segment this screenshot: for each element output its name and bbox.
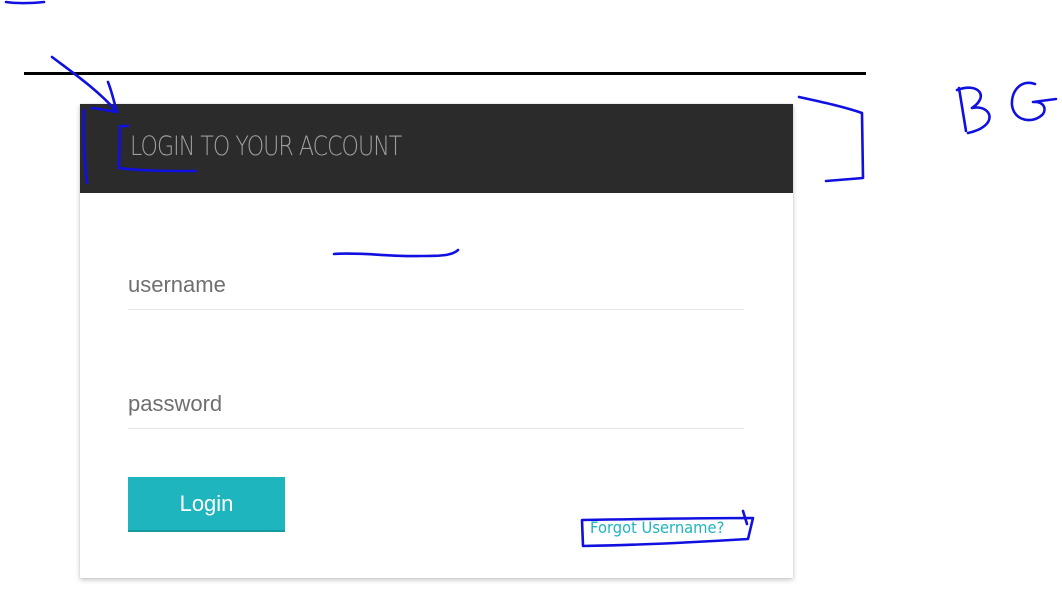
username-input[interactable]: [128, 260, 744, 310]
login-card: LOGIN TO YOUR ACCOUNT Login Forgot Usern…: [80, 104, 793, 578]
page-stage: LOGIN TO YOUR ACCOUNT Login Forgot Usern…: [0, 0, 1062, 592]
annotation-right-bracket: [797, 95, 865, 183]
annotation-bg-label: BG: [0, 0, 1, 1]
annotation-top-left-stroke: [4, 0, 46, 5]
forgot-username-link[interactable]: Forgot Username?: [590, 518, 724, 537]
top-divider: [24, 72, 866, 75]
password-input[interactable]: [128, 379, 744, 429]
login-button[interactable]: Login: [128, 477, 285, 532]
login-title: LOGIN TO YOUR ACCOUNT: [130, 131, 402, 162]
login-card-header: LOGIN TO YOUR ACCOUNT: [80, 104, 793, 193]
annotation-letter-g: [1010, 81, 1058, 122]
annotation-letter-b: [955, 86, 991, 135]
